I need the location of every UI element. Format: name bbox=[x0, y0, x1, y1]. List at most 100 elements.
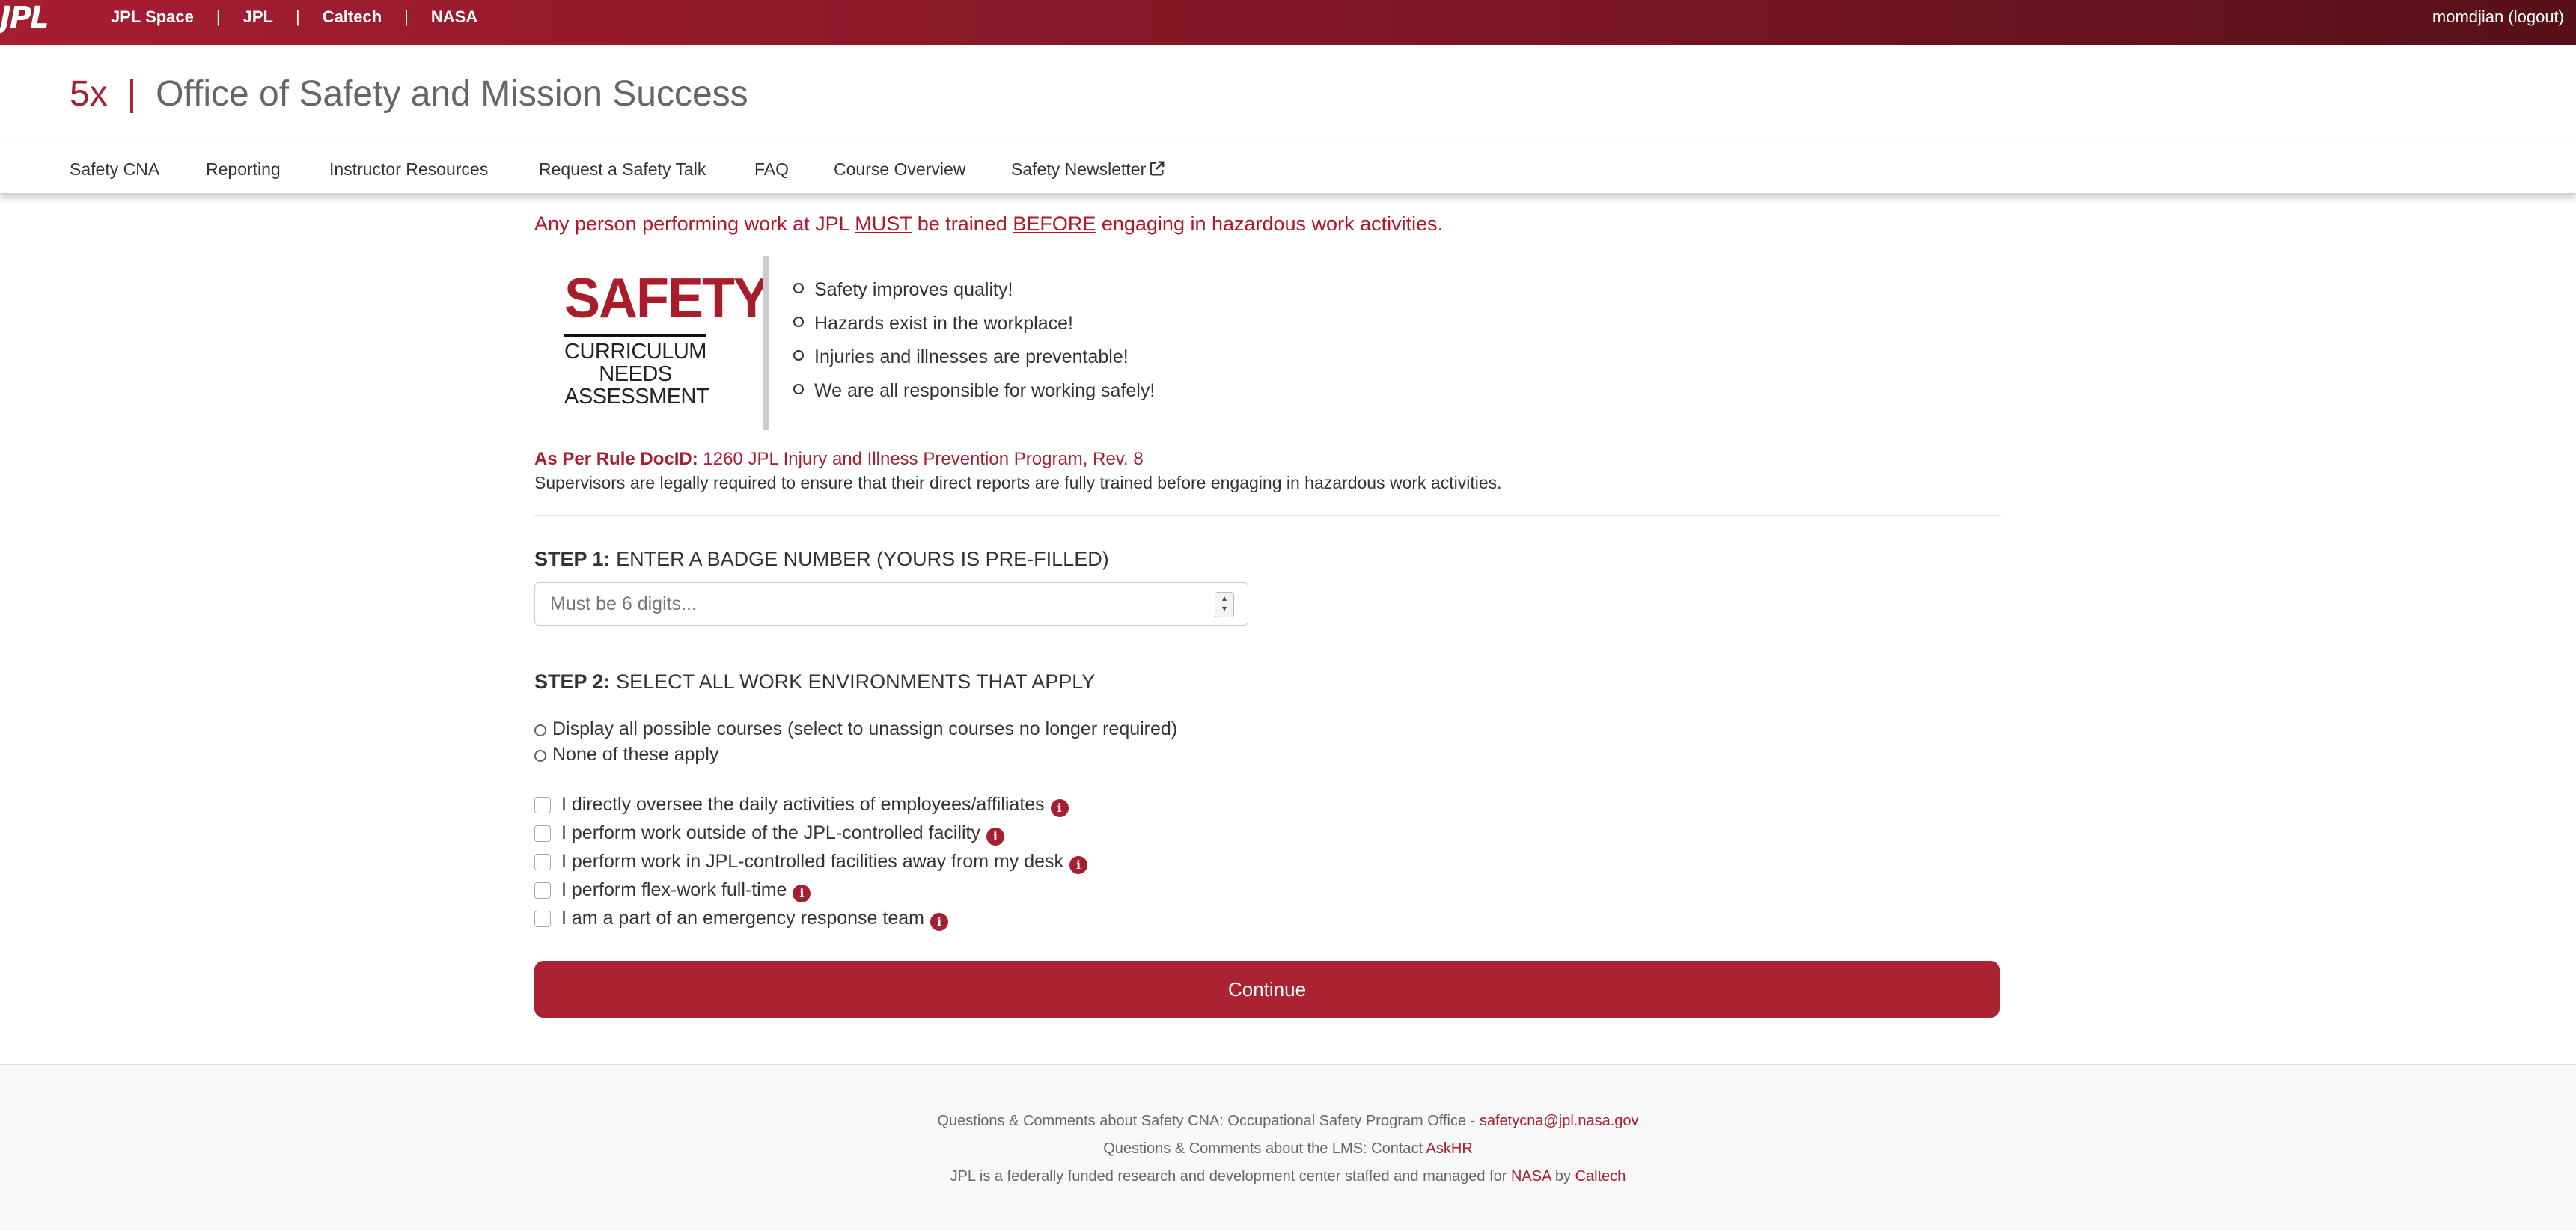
number-spinner[interactable]: ▴ ▾ bbox=[1215, 592, 1234, 617]
nav-reporting[interactable]: Reporting bbox=[206, 159, 281, 180]
top-link-separator: | bbox=[216, 7, 221, 26]
rule-docid: As Per Rule DocID: 1260 JPL Injury and I… bbox=[534, 449, 1144, 470]
bullet-text: Hazards exist in the workplace! bbox=[814, 313, 1073, 334]
badge-number-input[interactable] bbox=[535, 583, 1224, 625]
askhr-link[interactable]: AskHR bbox=[1426, 1140, 1473, 1157]
info-icon[interactable]: i bbox=[793, 885, 811, 902]
top-link-jpl[interactable]: JPL bbox=[243, 7, 273, 26]
safety-cna-logo: SAFETY CURRICULUM NEEDS ASSESSMENT bbox=[564, 268, 769, 409]
nasa-link[interactable]: NASA bbox=[1511, 1168, 1551, 1185]
nav-safety-newsletter[interactable]: Safety Newsletter bbox=[1011, 159, 1165, 180]
top-link-separator: | bbox=[404, 7, 409, 26]
username: momdjian bbox=[2432, 7, 2504, 26]
title-separator: | bbox=[126, 74, 137, 114]
divider bbox=[534, 515, 2001, 516]
rule-doc-link[interactable]: 1260 JPL Injury and Illness Prevention P… bbox=[703, 449, 1143, 469]
top-link-caltech[interactable]: Caltech bbox=[323, 7, 382, 26]
chevron-up-icon[interactable]: ▴ bbox=[1215, 593, 1233, 603]
step2-text: SELECT ALL WORK ENVIRONMENTS THAT APPLY bbox=[616, 671, 1096, 693]
step2-heading: STEP 2: SELECT ALL WORK ENVIRONMENTS THA… bbox=[534, 671, 1095, 694]
bullet-text: Safety improves quality! bbox=[814, 279, 1013, 300]
footer-text: JPL is a federally funded research and d… bbox=[950, 1168, 1511, 1185]
checkbox[interactable] bbox=[534, 882, 551, 899]
checkbox[interactable] bbox=[534, 854, 551, 870]
top-link-nasa[interactable]: NASA bbox=[431, 7, 477, 26]
chevron-down-icon[interactable]: ▾ bbox=[1215, 603, 1233, 614]
step2-label: STEP 2: bbox=[534, 671, 611, 693]
warning-text: be trained bbox=[912, 213, 1013, 235]
list-item: We are all responsible for working safel… bbox=[793, 379, 1155, 413]
site-code[interactable]: 5x bbox=[70, 74, 108, 114]
warning-text: engaging in hazardous work activities. bbox=[1096, 213, 1444, 235]
continue-button[interactable]: Continue bbox=[534, 961, 2000, 1018]
radio-none-apply[interactable]: None of these apply bbox=[534, 744, 718, 766]
main-nav: Safety CNA Reporting Instructor Resource… bbox=[0, 144, 2576, 194]
list-item: Hazards exist in the workplace! bbox=[793, 312, 1155, 346]
logo-subtitle: CURRICULUM NEEDS ASSESSMENT bbox=[564, 340, 709, 409]
checkbox-label[interactable]: I directly oversee the daily activities … bbox=[561, 794, 1045, 815]
top-bar: JPL JPL Space | JPL | Caltech | NASA momdjian … bbox=[0, 0, 2576, 45]
logo-line: CURRICULUM bbox=[564, 340, 706, 364]
info-icon[interactable]: i bbox=[1050, 799, 1069, 817]
bullet-icon bbox=[793, 317, 804, 327]
bullet-text: Injuries and illnesses are preventable! bbox=[814, 346, 1129, 367]
jpl-logo[interactable]: JPL bbox=[0, 3, 79, 33]
checkbox-label[interactable]: I perform flex-work full-time bbox=[561, 879, 787, 900]
step1-text: ENTER A BADGE NUMBER (YOURS IS PRE-FILLE… bbox=[616, 548, 1109, 570]
checkbox-work-away-from-desk[interactable]: I perform work in JPL-controlled facilit… bbox=[534, 851, 1088, 874]
checkbox[interactable] bbox=[534, 797, 551, 813]
info-icon[interactable]: i bbox=[1069, 856, 1088, 874]
checkbox-label[interactable]: I am a part of an emergency response tea… bbox=[561, 908, 924, 929]
user-info: momdjian (logout) bbox=[2432, 7, 2564, 27]
external-link-icon bbox=[1150, 161, 1165, 176]
top-links: JPL Space | JPL | Caltech | NASA bbox=[111, 7, 477, 27]
footer-text: Questions & Comments about the LMS: Cont… bbox=[1103, 1140, 1426, 1157]
bullet-text: We are all responsible for working safel… bbox=[814, 380, 1156, 401]
nav-course-overview[interactable]: Course Overview bbox=[834, 159, 965, 180]
logout-link[interactable]: (logout) bbox=[2508, 7, 2564, 26]
nav-safety-cna[interactable]: Safety CNA bbox=[70, 159, 159, 180]
radio-label[interactable]: None of these apply bbox=[552, 744, 718, 765]
list-item: Safety improves quality! bbox=[793, 278, 1155, 312]
footer-line-safety: Questions & Comments about Safety CNA: O… bbox=[0, 1113, 2576, 1130]
step1-label: STEP 1: bbox=[534, 548, 611, 570]
checkbox-flex-work[interactable]: I perform flex-work full-time i bbox=[534, 879, 811, 902]
info-icon[interactable]: i bbox=[986, 828, 1004, 846]
top-link-separator: | bbox=[295, 7, 300, 26]
logo-line: ASSESSMENT bbox=[564, 385, 709, 409]
checkbox[interactable] bbox=[534, 825, 551, 842]
footer: Questions & Comments about Safety CNA: O… bbox=[0, 1064, 2576, 1231]
safety-email-link[interactable]: safetycna@jpl.nasa.gov bbox=[1480, 1113, 1639, 1129]
footer-text: by bbox=[1551, 1168, 1575, 1185]
training-warning: Any person performing work at JPL MUST b… bbox=[534, 213, 1443, 236]
caltech-link[interactable]: Caltech bbox=[1575, 1168, 1626, 1185]
checkbox-emergency-response[interactable]: I am a part of an emergency response tea… bbox=[534, 908, 948, 931]
bullet-icon bbox=[793, 283, 804, 293]
footer-line-jpl: JPL is a federally funded research and d… bbox=[0, 1168, 2576, 1185]
list-item: Injuries and illnesses are preventable! bbox=[793, 346, 1155, 379]
bullet-icon bbox=[793, 350, 804, 361]
warning-text: Any person performing work at JPL bbox=[534, 213, 855, 235]
nav-request-safety-talk[interactable]: Request a Safety Talk bbox=[539, 159, 706, 180]
top-link-jpl-space[interactable]: JPL Space bbox=[111, 7, 194, 26]
checkbox-work-outside-facility[interactable]: I perform work outside of the JPL-contro… bbox=[534, 822, 1004, 846]
checkbox-label[interactable]: I perform work outside of the JPL-contro… bbox=[561, 822, 980, 843]
warning-before: BEFORE bbox=[1013, 213, 1096, 235]
vertical-divider bbox=[763, 256, 769, 430]
checkbox-label[interactable]: I perform work in JPL-controlled facilit… bbox=[561, 851, 1063, 872]
step1-heading: STEP 1: ENTER A BADGE NUMBER (YOURS IS P… bbox=[534, 548, 1109, 571]
radio-button[interactable] bbox=[534, 750, 546, 762]
bullet-icon bbox=[793, 384, 804, 394]
site-name[interactable]: Office of Safety and Mission Success bbox=[156, 74, 748, 114]
logo-line: NEEDS bbox=[599, 362, 672, 386]
nav-instructor-resources[interactable]: Instructor Resources bbox=[329, 159, 488, 180]
nav-faq[interactable]: FAQ bbox=[754, 159, 789, 180]
safety-bullets: Safety improves quality! Hazards exist i… bbox=[793, 278, 1155, 413]
checkbox[interactable] bbox=[534, 911, 551, 927]
radio-button[interactable] bbox=[534, 724, 546, 736]
footer-text: Questions & Comments about Safety CNA: O… bbox=[937, 1113, 1480, 1129]
info-icon[interactable]: i bbox=[930, 913, 948, 931]
checkbox-oversee-employees[interactable]: I directly oversee the daily activities … bbox=[534, 794, 1069, 817]
radio-display-all[interactable]: Display all possible courses (select to … bbox=[534, 718, 1177, 740]
radio-label[interactable]: Display all possible courses (select to … bbox=[552, 718, 1177, 739]
